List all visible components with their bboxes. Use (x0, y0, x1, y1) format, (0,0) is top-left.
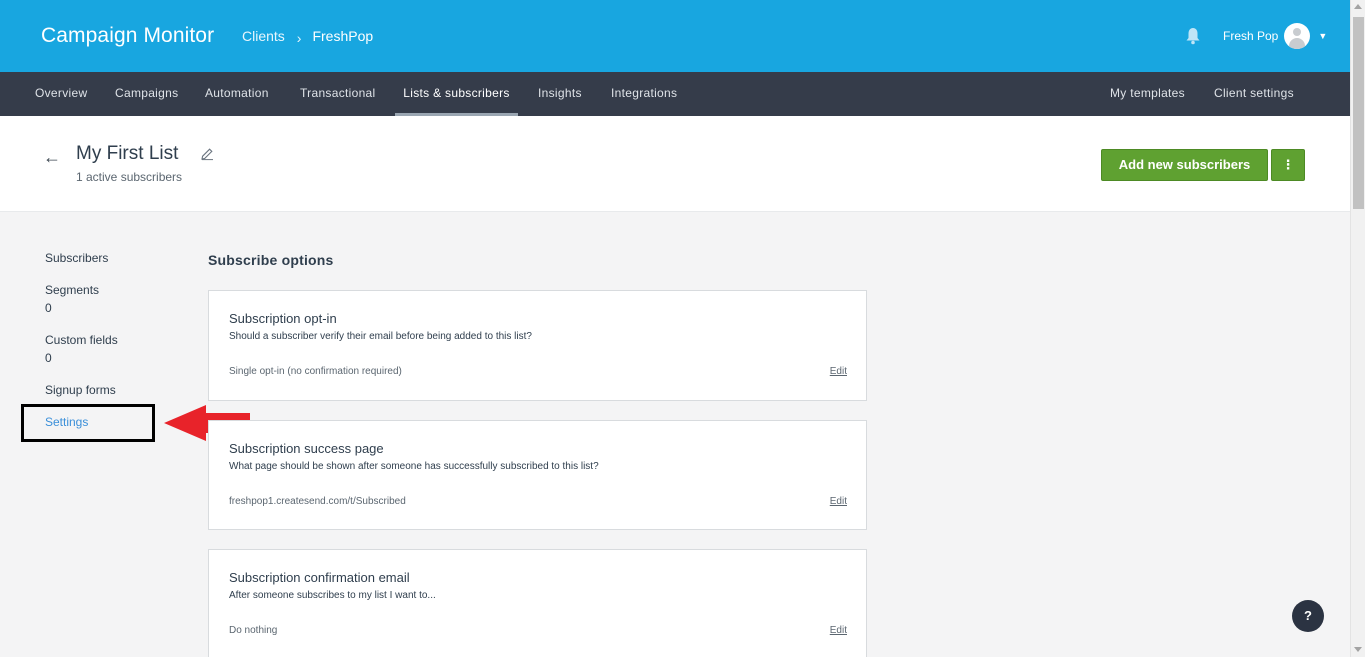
subscriber-count: 1 active subscribers (76, 170, 183, 184)
breadcrumb-clients[interactable]: Clients (242, 28, 285, 44)
edit-link[interactable]: Edit (830, 366, 847, 377)
help-button[interactable]: ? (1292, 600, 1324, 632)
nav-insights[interactable]: Insights (538, 72, 582, 116)
sidebar-item-label: Custom fields (45, 333, 118, 347)
sidebar-item-count: 0 (45, 301, 52, 315)
sidebar-item-label: Subscribers (45, 251, 109, 265)
card-value: Single opt-in (no confirmation required) (229, 366, 402, 377)
card-title: Subscription opt-in (229, 311, 337, 326)
sidebar-item-count: 0 (45, 351, 52, 365)
nav-transactional[interactable]: Transactional (300, 72, 376, 116)
card-description: Should a subscriber verify their email b… (229, 331, 532, 342)
nav-my-templates[interactable]: My templates (1110, 72, 1185, 116)
scrollbar[interactable] (1350, 0, 1365, 657)
scroll-down-icon[interactable] (1354, 647, 1362, 652)
nav-lists-subscribers[interactable]: Lists & subscribers (395, 72, 518, 116)
back-arrow-icon[interactable]: ← (43, 147, 61, 168)
pencil-icon[interactable] (200, 147, 214, 161)
user-name: Fresh Pop (1223, 29, 1279, 43)
sidebar-item-signup-forms[interactable]: Signup forms (45, 383, 116, 397)
add-subscribers-button[interactable]: Add new subscribers (1101, 149, 1268, 181)
nav-integrations[interactable]: Integrations (611, 72, 677, 116)
brand-logo[interactable]: Campaign Monitor (41, 24, 214, 48)
nav-client-settings[interactable]: Client settings (1214, 72, 1294, 116)
nav-overview[interactable]: Overview (35, 72, 87, 116)
edit-link[interactable]: Edit (830, 496, 847, 507)
nav-automation[interactable]: Automation (205, 72, 269, 116)
main-nav: Overview Campaigns Automation Transactio… (0, 72, 1350, 116)
scroll-up-icon[interactable] (1354, 4, 1362, 9)
user-menu[interactable]: Fresh Pop ▼ (1223, 23, 1327, 49)
avatar (1284, 23, 1311, 49)
more-options-button[interactable]: ⋮ (1271, 149, 1305, 181)
sidebar-item-label: Signup forms (45, 383, 116, 397)
card-description: What page should be shown after someone … (229, 461, 599, 472)
card-title: Subscription success page (229, 441, 384, 456)
scroll-thumb[interactable] (1353, 17, 1364, 209)
top-bar: Campaign Monitor Clients › FreshPop Fres… (0, 0, 1350, 72)
edit-link[interactable]: Edit (830, 625, 847, 636)
chevron-right-icon: › (296, 30, 302, 46)
card-value: Do nothing (229, 625, 278, 636)
sidebar-item-label: Segments (45, 283, 100, 297)
sidebar-item-segments[interactable]: Segments 0 (45, 283, 99, 315)
sidebar-item-custom-fields[interactable]: Custom fields 0 (45, 333, 118, 365)
breadcrumb-client[interactable]: FreshPop (312, 28, 373, 44)
option-card-success-page: Subscription success page What page shou… (208, 420, 867, 530)
option-card-opt-in: Subscription opt-in Should a subscriber … (208, 290, 867, 401)
card-value: freshpop1.createsend.com/t/Subscribed (229, 496, 406, 507)
card-title: Subscription confirmation email (229, 570, 410, 585)
caret-down-icon: ▼ (1318, 31, 1328, 41)
section-title: Subscribe options (208, 252, 334, 268)
page-header: ← My First List 1 active subscribers Add… (0, 116, 1350, 212)
sidebar-item-subscribers[interactable]: Subscribers (45, 251, 108, 265)
nav-campaigns[interactable]: Campaigns (115, 72, 178, 116)
annotation-highlight-box (21, 404, 155, 442)
card-description: After someone subscribes to my list I wa… (229, 590, 436, 601)
breadcrumb: Clients › FreshPop (242, 28, 373, 46)
page-title: My First List (76, 143, 179, 164)
option-card-confirmation-email: Subscription confirmation email After so… (208, 549, 867, 657)
bell-icon[interactable] (1185, 27, 1201, 45)
